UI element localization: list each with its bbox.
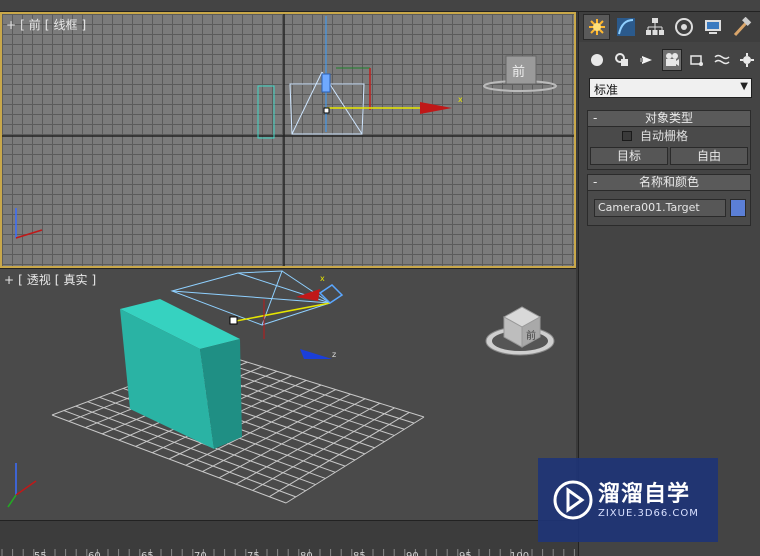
tick-label: 85 [353,551,366,556]
autogrid-checkbox[interactable] [622,131,632,141]
perspective-scene: x z 前 [7,270,555,508]
tick-label: 70 [194,551,207,556]
viewport-perspective[interactable]: +[透视[真实] x z 前 [0,268,576,520]
display-icon[interactable] [699,14,726,40]
category-dropdown[interactable]: 标准 ▼ [589,78,752,98]
object-type-buttons: 目标 自由 [588,145,750,169]
gizmo-x-arrow-persp [296,289,320,301]
rollout-title: 对象类型 [644,111,693,125]
top-strip [0,0,760,12]
collapse-toggle[interactable]: - [593,175,597,190]
tick-label: 60 [88,551,101,556]
max-window: +[前[线框] x 前 + [透视 [真实] x z 前 标准 ▼ - 对… [0,0,760,556]
collapse-toggle[interactable]: - [593,111,597,126]
object-name-field[interactable]: Camera001.Target [594,199,726,217]
lights-icon[interactable] [637,49,656,71]
tick-label: 100 [510,551,529,556]
motion-icon[interactable] [670,14,697,40]
dropdown-value: 标准 [594,83,619,97]
watermark: 溜溜自学 ZIXUE.3D66.COM [538,458,718,542]
rollout-header[interactable]: - 对象类型 [588,111,750,127]
autogrid-label: 自动栅格 [640,129,689,143]
gizmo-x-arrow [420,102,452,114]
watermark-title: 溜溜自学 [598,482,691,507]
free-camera-button[interactable]: 自由 [670,147,748,165]
target-box-front [323,107,330,114]
timeline[interactable]: 55 60 65 70 75 80 85 90 95 100 [0,520,580,556]
box-front-outline [257,85,275,139]
tick-label: 90 [406,551,419,556]
spacewarps-icon[interactable] [713,49,732,71]
target-camera-button[interactable]: 目标 [590,147,668,165]
utilities-icon[interactable] [728,14,755,40]
rollout-title: 名称和颜色 [638,175,699,189]
geometry-icon[interactable] [587,49,606,71]
tick-label: 55 [34,551,47,556]
hierarchy-icon[interactable] [641,14,668,40]
rollout-header[interactable]: - 名称和颜色 [588,175,750,191]
modify-icon[interactable] [612,14,639,40]
command-panel-tabs [579,12,760,42]
tick-label: 65 [141,551,154,556]
front-scene: x 前 [2,14,574,266]
rollout-name-color: - 名称和颜色 Camera001.Target [587,174,751,226]
object-color-swatch[interactable] [730,199,746,217]
play-logo-icon [553,480,593,520]
name-row: Camera001.Target [588,191,750,225]
target-box-persp [229,316,238,325]
create-subtabs [587,48,757,72]
autogrid-row[interactable]: 自动栅格 [588,127,750,145]
camera-icon-front [321,73,331,93]
create-icon[interactable] [583,14,610,40]
gizmo-x-label-persp: x [320,274,325,283]
watermark-url: ZIXUE.3D66.COM [598,508,699,519]
time-ruler[interactable] [0,527,580,556]
systems-icon[interactable] [738,49,757,71]
gizmo-x-label: x [458,95,463,104]
gizmo-z-label-persp: z [332,350,336,359]
rollout-object-type: - 对象类型 自动栅格 目标 自由 [587,110,751,170]
viewcube-front-label: 前 [512,64,525,80]
gizmo-z-arrow-persp [300,349,332,359]
tick-label: 80 [300,551,313,556]
cameras-icon[interactable] [662,49,682,71]
chevron-down-icon: ▼ [740,81,748,92]
shapes-icon[interactable] [612,49,631,71]
tick-label: 95 [459,551,472,556]
viewport-front[interactable]: +[前[线框] x 前 [0,12,576,268]
helpers-icon[interactable] [688,49,707,71]
tick-label: 75 [247,551,260,556]
viewcube-persp-label: 前 [526,329,536,342]
